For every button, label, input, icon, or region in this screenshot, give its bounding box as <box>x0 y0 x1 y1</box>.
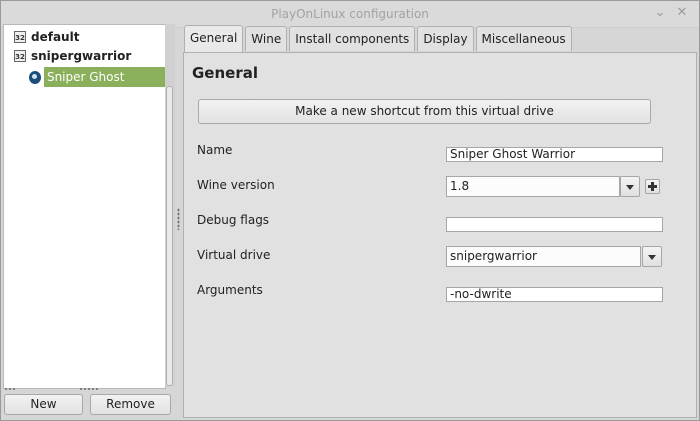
virtual-drive-dropdown-button[interactable] <box>642 246 662 267</box>
tab-miscellaneous[interactable]: Miscellaneous <box>475 26 572 51</box>
tree-item-default[interactable]: 32 default <box>14 28 79 46</box>
wine-version-select[interactable]: 1.8 <box>446 176 620 197</box>
resize-grip[interactable] <box>79 387 99 391</box>
new-button[interactable]: New <box>4 394 83 415</box>
arguments-field[interactable]: -no-dwrite <box>446 287 663 302</box>
remove-button[interactable]: Remove <box>90 394 171 415</box>
configuration-window: PlayOnLinux configuration ⌄ ✕ 32 default… <box>0 0 700 421</box>
name-field[interactable]: Sniper Ghost Warrior <box>446 147 663 162</box>
name-label: Name <box>197 143 233 157</box>
tree-item-snipergwarrior[interactable]: 32 snipergwarrior <box>14 47 131 65</box>
window-title: PlayOnLinux configuration <box>271 7 429 21</box>
tree-item-label: Sniper Ghost Warrior <box>43 67 165 100</box>
tree-item-sniper-ghost-warrior[interactable]: Sniper Ghost Warrior <box>29 67 165 100</box>
tab-install-components[interactable]: Install components <box>289 26 416 51</box>
tab-wine[interactable]: Wine <box>245 26 288 51</box>
arguments-label: Arguments <box>197 283 263 297</box>
resize-grip[interactable] <box>4 387 16 391</box>
wine-version-label: Wine version <box>197 178 275 192</box>
virtual-drive-label: Virtual drive <box>197 248 271 262</box>
virtual-drive-tree[interactable]: 32 default 32 snipergwarrior Sniper Ghos… <box>3 24 166 389</box>
tree-item-label: snipergwarrior <box>31 49 132 63</box>
close-icon[interactable]: ✕ <box>673 4 691 22</box>
add-wine-version-icon[interactable] <box>645 179 660 194</box>
debug-flags-label: Debug flags <box>197 213 270 227</box>
tab-bar: General Wine Install components Display … <box>184 25 574 52</box>
minimize-icon[interactable]: ⌄ <box>651 4 669 22</box>
tree-scrollbar[interactable] <box>165 24 175 387</box>
tree-item-label: default <box>31 30 80 44</box>
chevron-down-icon <box>648 255 656 260</box>
debug-flags-field[interactable] <box>446 217 663 232</box>
make-shortcut-button[interactable]: Make a new shortcut from this virtual dr… <box>198 99 651 124</box>
chevron-down-icon <box>626 185 634 190</box>
scrollbar-thumb[interactable] <box>166 86 173 386</box>
general-panel: General Make a new shortcut from this vi… <box>183 52 697 418</box>
wine-32bit-icon: 32 <box>14 50 26 62</box>
wine-32bit-icon: 32 <box>14 31 26 43</box>
tab-display[interactable]: Display <box>417 26 474 51</box>
wine-version-dropdown-button[interactable] <box>620 176 640 197</box>
virtual-drive-select[interactable]: snipergwarrior <box>446 246 641 267</box>
pane-splitter[interactable] <box>177 208 180 230</box>
tab-general[interactable]: General <box>184 25 244 52</box>
steam-icon <box>29 70 41 84</box>
section-heading: General <box>192 64 258 82</box>
